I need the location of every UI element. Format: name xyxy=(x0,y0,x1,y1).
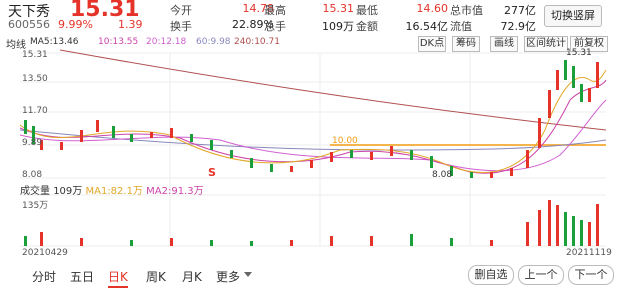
chevron-down-icon xyxy=(244,272,252,277)
candle xyxy=(430,156,433,168)
price-axis-p4: 9.89 xyxy=(22,138,43,148)
candle xyxy=(310,160,313,168)
volume-bar xyxy=(130,240,133,246)
candle xyxy=(390,146,393,156)
volume-bar xyxy=(538,210,541,246)
volume-bar xyxy=(450,238,453,246)
candle xyxy=(60,142,63,150)
volume-axis-max: 135万 xyxy=(22,201,49,211)
volume-bars xyxy=(24,200,599,246)
candle xyxy=(490,172,493,178)
volume-bar xyxy=(370,236,373,246)
candle xyxy=(556,70,559,90)
candle xyxy=(330,152,333,162)
volume-bar xyxy=(572,216,575,246)
date-end: 20211119 xyxy=(566,248,612,258)
candle xyxy=(80,130,83,142)
price-axis-p2: 13.50 xyxy=(22,74,48,84)
tab-intraday[interactable]: 分时 xyxy=(32,268,56,285)
previous-stock-button[interactable]: 上一个 xyxy=(518,265,564,285)
candle xyxy=(538,118,541,148)
candle xyxy=(250,158,253,168)
candle xyxy=(596,62,599,88)
volume-title: 成交量 xyxy=(20,186,50,197)
candle xyxy=(230,150,233,158)
volume-bar xyxy=(330,236,333,246)
tab-more[interactable]: 更多 xyxy=(216,268,240,285)
volume-bar xyxy=(290,240,293,246)
candle xyxy=(580,84,583,102)
price-axis-p3: 11.70 xyxy=(22,106,48,116)
ma10-line xyxy=(19,79,607,174)
tab-monthly-k[interactable]: 月K xyxy=(182,268,202,285)
level-line-label: 10.00 xyxy=(332,136,358,146)
tab-five-day[interactable]: 五日 xyxy=(70,268,94,285)
candle xyxy=(270,164,273,172)
low-marker: 8.08 xyxy=(432,170,453,180)
volume-bar xyxy=(80,238,83,246)
candle xyxy=(96,120,99,132)
candle xyxy=(526,150,529,168)
volume-value: 109万 xyxy=(53,186,83,197)
candle xyxy=(130,134,133,142)
tab-weekly-k[interactable]: 周K xyxy=(146,268,166,285)
volume-bar xyxy=(548,200,551,246)
date-start: 20210429 xyxy=(22,248,68,258)
volume-ma1: MA1:82.1万 xyxy=(85,186,143,197)
candle xyxy=(190,134,193,142)
candle xyxy=(588,88,591,102)
volume-bar xyxy=(526,222,529,246)
candle xyxy=(564,60,567,80)
candle xyxy=(510,168,513,176)
volume-bar xyxy=(556,205,559,246)
remove-favorite-button[interactable]: 删自选 xyxy=(468,265,514,285)
candle xyxy=(150,132,153,138)
volume-bar xyxy=(40,232,43,246)
volume-bar xyxy=(588,222,591,246)
sell-marker: S xyxy=(208,166,216,179)
volume-ma2: MA2:91.3万 xyxy=(146,186,204,197)
next-stock-button[interactable]: 下一个 xyxy=(568,265,614,285)
volume-bar xyxy=(250,241,253,246)
ma5-line xyxy=(19,69,607,173)
candle xyxy=(290,166,293,172)
candle xyxy=(572,66,575,88)
candle xyxy=(370,152,373,160)
candle xyxy=(170,128,173,138)
volume-bar xyxy=(24,236,27,246)
volume-bar xyxy=(596,204,599,246)
volume-bar xyxy=(410,234,413,246)
ma240-line xyxy=(59,49,607,131)
volume-bar xyxy=(580,220,583,246)
volume-bar xyxy=(210,240,213,246)
candle xyxy=(210,140,213,150)
high-marker: 15.31 xyxy=(566,48,592,58)
candle xyxy=(112,126,115,138)
volume-bar xyxy=(490,240,493,246)
volume-bar xyxy=(170,238,173,246)
price-axis-p5: 8.08 xyxy=(22,170,43,180)
price-axis-p1: 15.31 xyxy=(22,50,48,60)
candle xyxy=(24,120,27,134)
volume-bar xyxy=(564,212,567,246)
candle xyxy=(410,150,413,160)
tab-daily-k[interactable]: 日K xyxy=(108,268,128,288)
kline-chart[interactable] xyxy=(0,0,640,288)
volume-header: 成交量 109万 MA1:82.1万 MA2:91.3万 xyxy=(20,182,204,197)
candle xyxy=(548,90,551,118)
candle xyxy=(350,150,353,158)
candle xyxy=(470,172,473,178)
